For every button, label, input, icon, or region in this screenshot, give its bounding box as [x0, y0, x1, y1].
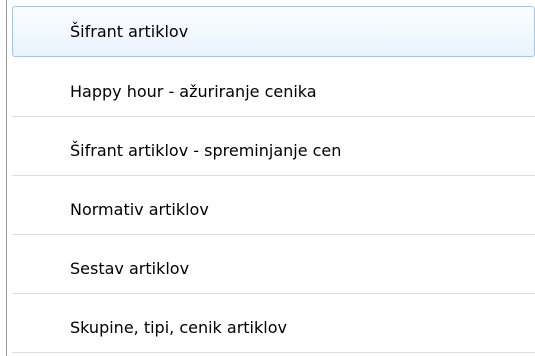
menu-item-label: Šifrant artiklov — [70, 22, 189, 41]
menu-item-label: Skupine, tipi, cenik artiklov — [70, 317, 287, 337]
menu-item-happy-hour[interactable]: Happy hour - ažuriranje cenika — [12, 66, 535, 117]
menu-item-skupine-tipi-cenik[interactable]: Skupine, tipi, cenik artiklov — [12, 302, 535, 353]
menu-item-sifrant-artiklov[interactable]: Šifrant artiklov — [12, 6, 535, 57]
menu-item-normativ-artiklov[interactable]: Normativ artiklov — [12, 184, 535, 235]
context-menu: Šifrant artiklov Happy hour - ažuriranje… — [0, 0, 535, 356]
menu-item-label: Sestav artiklov — [70, 258, 190, 278]
menu-item-label: Happy hour - ažuriranje cenika — [70, 81, 317, 101]
menu-item-label: Normativ artiklov — [70, 199, 209, 219]
menu-left-border — [6, 0, 7, 356]
menu-item-spreminjanje-cen[interactable]: Šifrant artiklov - spreminjanje cen — [12, 125, 535, 176]
menu-item-label: Šifrant artiklov - spreminjanje cen — [70, 140, 342, 160]
menu-item-sestav-artiklov[interactable]: Sestav artiklov — [12, 243, 535, 294]
